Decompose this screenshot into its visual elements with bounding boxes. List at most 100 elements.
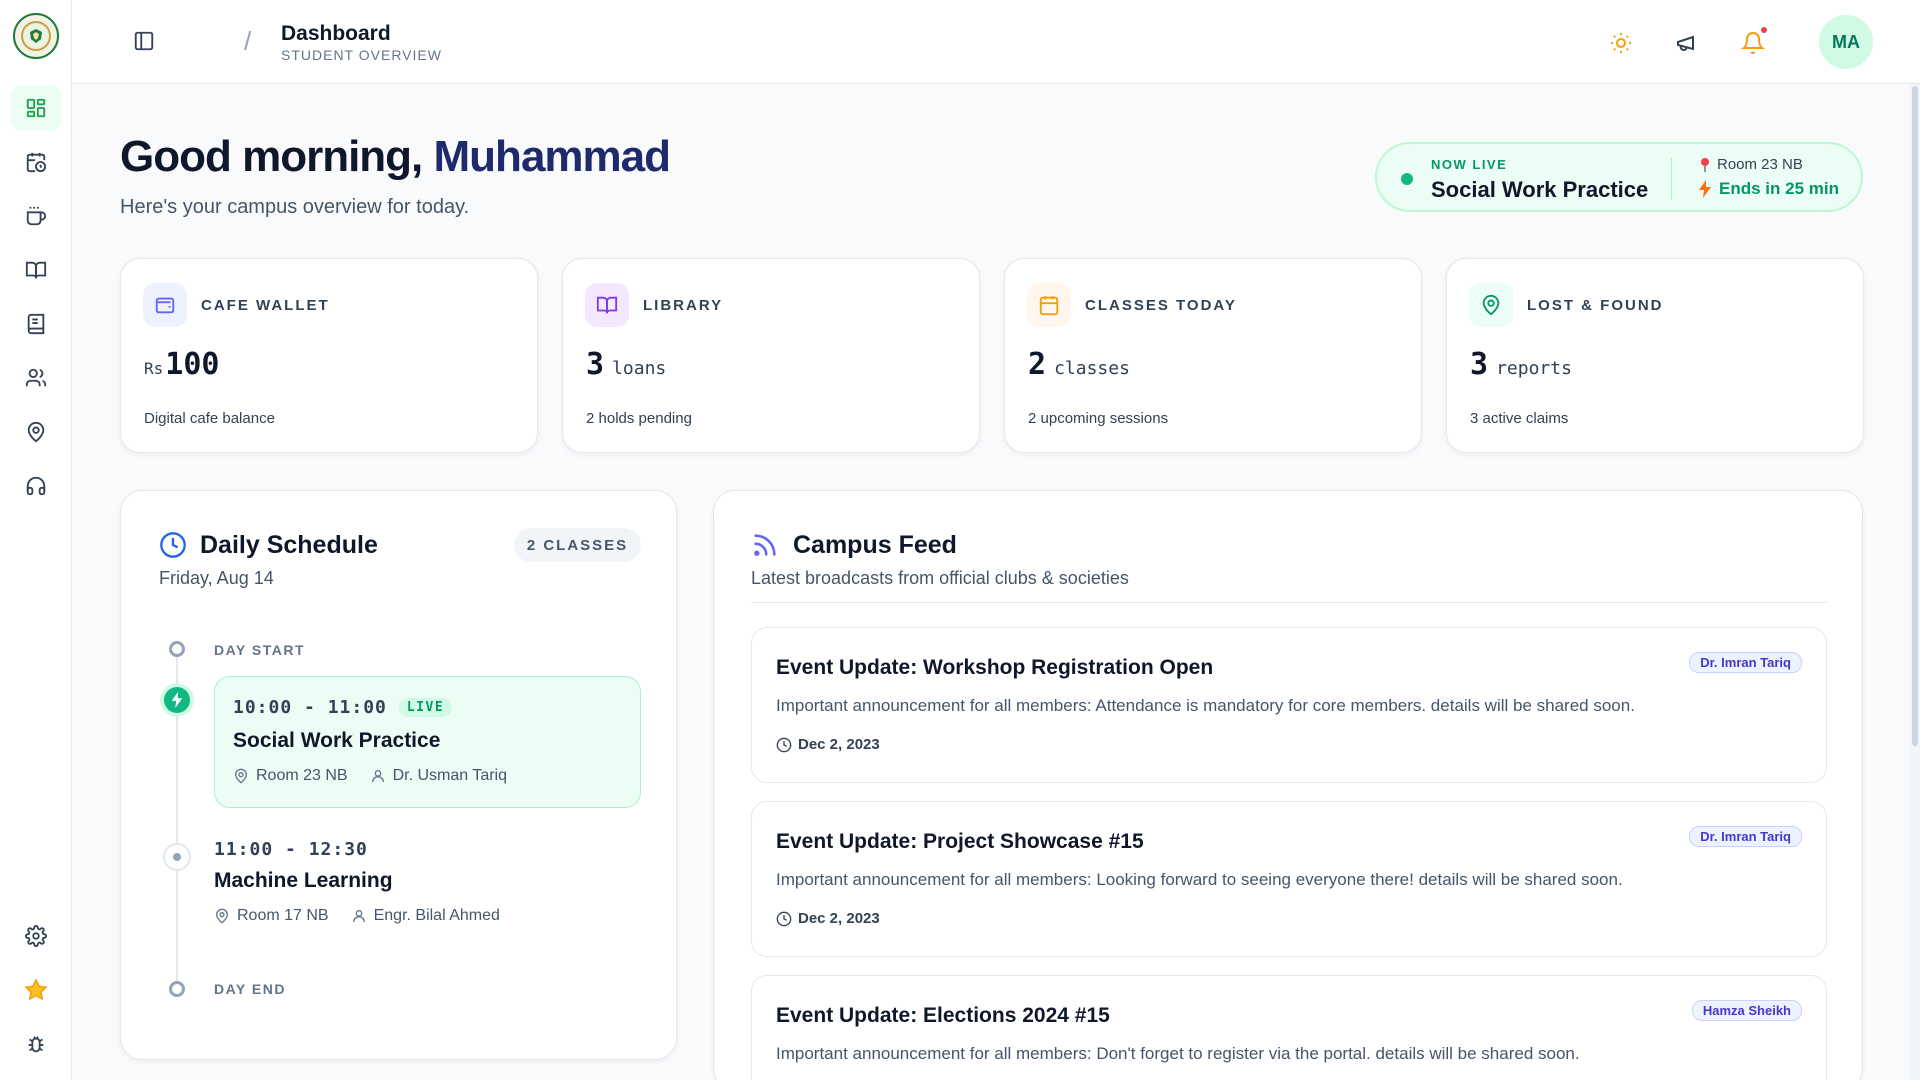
avatar[interactable]: MA bbox=[1819, 15, 1873, 69]
timeline-dot bbox=[169, 641, 185, 657]
stat-value: 3 reports bbox=[1470, 347, 1572, 382]
stat-label: CAFE WALLET bbox=[201, 297, 330, 314]
class-room: Room 17 NB bbox=[214, 907, 329, 925]
star-icon bbox=[24, 978, 48, 1001]
book-open-icon bbox=[585, 283, 629, 327]
stat-number: 3 bbox=[586, 347, 605, 382]
feed-title: Campus Feed bbox=[793, 531, 957, 559]
sidebar-item-dashboard[interactable] bbox=[11, 85, 61, 131]
campus-feed-card: Campus Feed Latest broadcasts from offic… bbox=[713, 490, 1863, 1080]
sidebar-item-favorites[interactable] bbox=[11, 967, 61, 1013]
theme-toggle-button[interactable] bbox=[1608, 30, 1634, 56]
class-meta: Room 17 NB Engr. Bilal Ahmed bbox=[214, 907, 500, 925]
greeting-prefix: Good morning, bbox=[120, 132, 423, 181]
panel-left-icon bbox=[134, 31, 154, 51]
stat-unit: loans bbox=[612, 358, 667, 379]
scrollbar[interactable] bbox=[1910, 84, 1920, 1080]
notifications-button[interactable] bbox=[1740, 25, 1769, 56]
class-name: Machine Learning bbox=[214, 869, 393, 892]
post-body: Important announcement for all members: … bbox=[776, 870, 1623, 889]
users-icon bbox=[25, 368, 47, 387]
feed-post[interactable]: Event Update: Project Showcase #15 Dr. I… bbox=[751, 801, 1827, 957]
sun-icon bbox=[1611, 33, 1631, 53]
stat-card-classes-today[interactable]: CLASSES TODAY 2 classes 2 upcoming sessi… bbox=[1004, 258, 1422, 453]
pushpin-icon bbox=[1701, 157, 1709, 172]
day-end-label: DAY END bbox=[214, 981, 286, 997]
stat-card-cafe-wallet[interactable]: CAFE WALLET Rs 100 Digital cafe balance bbox=[120, 258, 538, 453]
post-author-badge[interactable]: Dr. Imran Tariq bbox=[1689, 652, 1802, 673]
day-start-label: DAY START bbox=[214, 642, 306, 658]
notebook-icon bbox=[27, 313, 45, 335]
sidebar-item-library[interactable] bbox=[11, 247, 61, 293]
now-live-course: Social Work Practice bbox=[1431, 177, 1649, 202]
stat-number: 100 bbox=[165, 347, 220, 382]
sidebar-toggle-button[interactable] bbox=[133, 30, 155, 52]
stat-description: 2 upcoming sessions bbox=[1028, 410, 1169, 427]
class-instructor-text: Dr. Usman Tariq bbox=[392, 767, 507, 784]
stat-value: Rs 100 bbox=[144, 347, 219, 382]
post-date-text: Dec 2, 2023 bbox=[798, 736, 880, 753]
university-logo[interactable] bbox=[13, 13, 59, 59]
sidebar-item-report-bug[interactable] bbox=[11, 1021, 61, 1067]
post-author-badge[interactable]: Hamza Sheikh bbox=[1691, 1000, 1802, 1021]
class-instructor-text: Engr. Bilal Ahmed bbox=[373, 907, 500, 924]
map-pin-icon bbox=[27, 421, 45, 443]
topbar: / Dashboard STUDENT OVERVIEW MA bbox=[72, 0, 1920, 84]
live-badge: LIVE bbox=[398, 698, 453, 717]
megaphone-icon bbox=[1677, 35, 1694, 51]
timeline-dot bbox=[169, 981, 185, 997]
stat-description: 2 holds pending bbox=[586, 410, 692, 427]
feed-post[interactable]: Event Update: Elections 2024 #15 Hamza S… bbox=[751, 975, 1827, 1080]
divider bbox=[1671, 158, 1672, 200]
sidebar-item-settings[interactable] bbox=[11, 913, 61, 959]
stat-card-library[interactable]: LIBRARY 3 loans 2 holds pending bbox=[562, 258, 980, 453]
post-title: Event Update: Project Showcase #15 bbox=[776, 830, 1144, 853]
sidebar-item-schedule[interactable] bbox=[11, 139, 61, 185]
stat-label: LOST & FOUND bbox=[1527, 297, 1664, 314]
now-live-banner[interactable]: NOW LIVE Social Work Practice Room 23 NB… bbox=[1375, 142, 1863, 212]
post-date: Dec 2, 2023 bbox=[776, 910, 880, 927]
notification-dot bbox=[1759, 25, 1769, 35]
greeting-name: Muhammad bbox=[433, 132, 671, 181]
map-pin-icon bbox=[215, 908, 229, 924]
sidebar-item-courses[interactable] bbox=[11, 301, 61, 347]
sidebar-item-support[interactable] bbox=[11, 463, 61, 509]
headphones-icon bbox=[26, 476, 46, 496]
post-title: Event Update: Elections 2024 #15 bbox=[776, 1004, 1110, 1027]
feed-post[interactable]: Event Update: Workshop Registration Open… bbox=[751, 627, 1827, 783]
rss-icon bbox=[751, 531, 779, 559]
class-meta: Room 23 NB Dr. Usman Tariq bbox=[233, 767, 507, 785]
calendar-icon bbox=[1027, 283, 1071, 327]
post-author-badge[interactable]: Dr. Imran Tariq bbox=[1689, 826, 1802, 847]
sidebar-item-lost-found[interactable] bbox=[11, 409, 61, 455]
now-live-room: Room 23 NB bbox=[1699, 156, 1803, 173]
bug-icon bbox=[28, 1036, 44, 1053]
class-instructor: Engr. Bilal Ahmed bbox=[351, 907, 500, 925]
schedule-item[interactable]: 11:00 - 12:30 Machine Learning Room 17 N… bbox=[214, 839, 641, 939]
post-body: Important announcement for all members: … bbox=[776, 1044, 1580, 1063]
user-icon bbox=[352, 910, 365, 923]
post-title: Event Update: Workshop Registration Open bbox=[776, 656, 1214, 679]
stat-card-lost-found[interactable]: LOST & FOUND 3 reports 3 active claims bbox=[1446, 258, 1864, 453]
divider bbox=[751, 602, 1827, 603]
greeting-heading: Good morning, Muhammad bbox=[120, 132, 671, 182]
clock-icon bbox=[776, 911, 792, 926]
sidebar-item-community[interactable] bbox=[11, 355, 61, 401]
now-live-ends: Ends in 25 min bbox=[1699, 179, 1839, 199]
stat-value: 3 loans bbox=[586, 347, 666, 382]
sidebar-item-cafe[interactable] bbox=[11, 193, 61, 239]
page-subtitle: STUDENT OVERVIEW bbox=[281, 47, 442, 63]
lightning-icon bbox=[1699, 180, 1711, 198]
class-name: Social Work Practice bbox=[233, 729, 441, 752]
announcements-button[interactable] bbox=[1674, 30, 1700, 56]
lightning-icon bbox=[171, 692, 183, 708]
class-instructor: Dr. Usman Tariq bbox=[370, 767, 507, 785]
schedule-item-live[interactable]: 10:00 - 11:00 LIVE Social Work Practice … bbox=[214, 676, 641, 808]
stat-number: 2 bbox=[1028, 347, 1047, 382]
scrollbar-thumb[interactable] bbox=[1912, 86, 1918, 746]
daily-schedule-card: Daily Schedule Friday, Aug 14 2 CLASSES … bbox=[120, 490, 677, 1060]
now-live-room-text: Room 23 NB bbox=[1717, 156, 1803, 173]
breadcrumb-separator: / bbox=[244, 26, 252, 56]
stat-unit: classes bbox=[1054, 358, 1130, 379]
sidebar bbox=[0, 0, 72, 1080]
